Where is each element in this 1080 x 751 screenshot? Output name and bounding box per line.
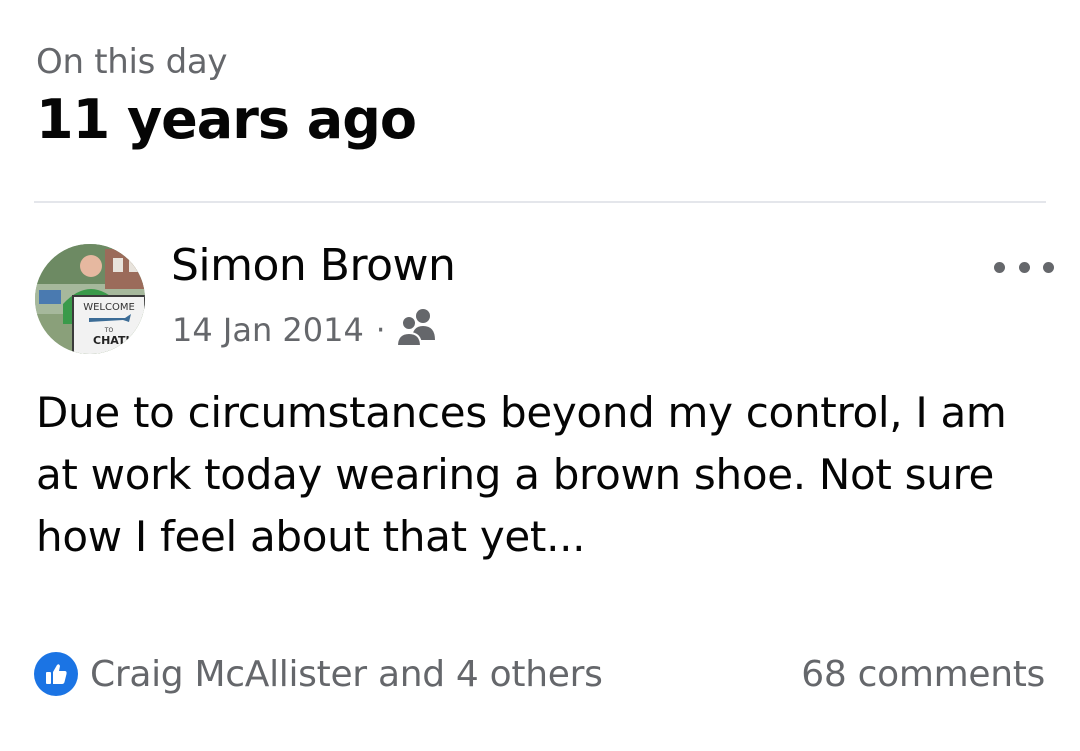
reactions-text: Craig McAllister and 4 others: [90, 653, 603, 695]
post-meta: 14 Jan 2014 ·: [172, 308, 439, 352]
avatar-sign-line1: WELCOME: [83, 302, 135, 313]
friends-icon: [395, 306, 439, 354]
memory-title: 11 years ago: [36, 88, 417, 151]
post-date[interactable]: 14 Jan 2014: [172, 311, 364, 349]
avatar-sign-line2: TO: [104, 327, 114, 334]
meta-separator: ·: [375, 312, 386, 348]
post-text: Due to circumstances beyond my control, …: [36, 388, 1007, 561]
memory-subtitle: On this day: [36, 42, 228, 82]
avatar[interactable]: WELCOME TO CHATHAM: [35, 244, 145, 354]
reactions-summary[interactable]: Craig McAllister and 4 others: [34, 650, 603, 698]
avatar-sign-line3: CHATHAM: [93, 334, 145, 347]
comments-count[interactable]: 68 comments: [801, 650, 1045, 698]
like-icon: [34, 652, 78, 696]
divider: [34, 201, 1046, 203]
author-name[interactable]: Simon Brown: [171, 240, 456, 291]
more-dots-icon[interactable]: [994, 252, 1054, 282]
